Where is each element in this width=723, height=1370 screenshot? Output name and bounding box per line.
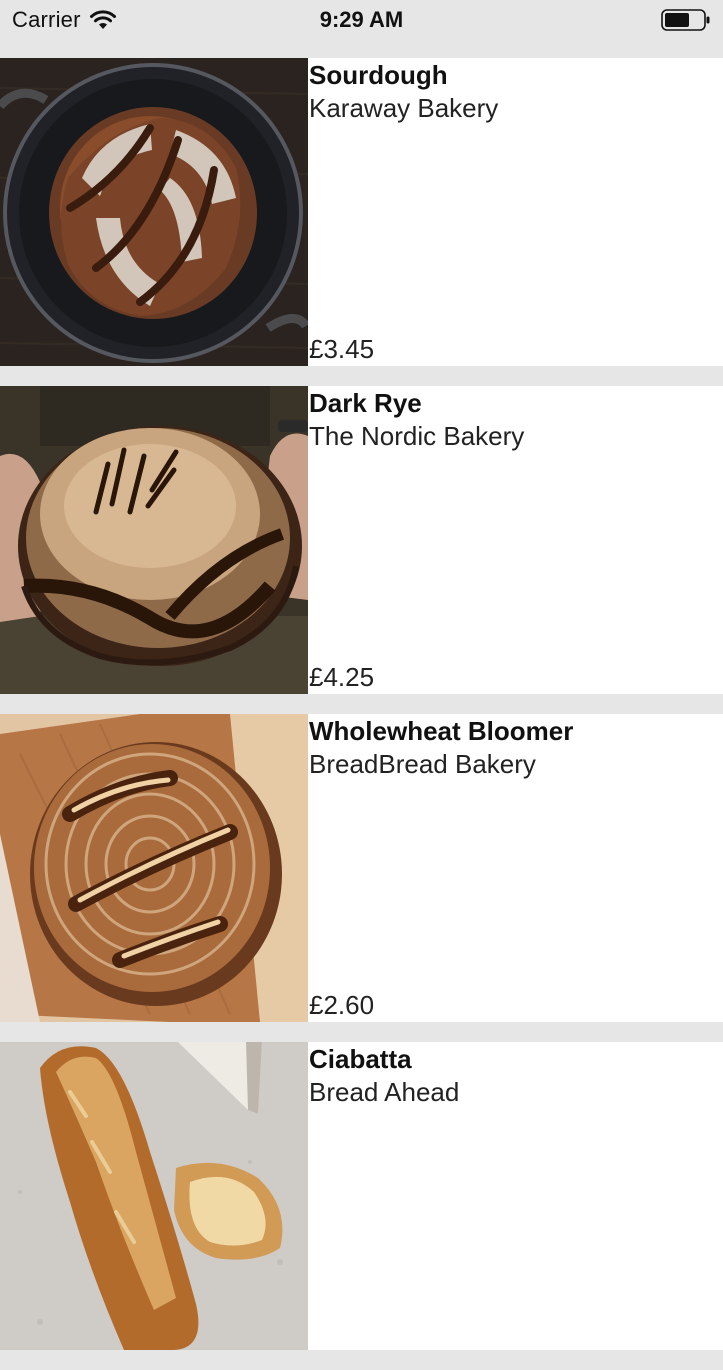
bakery-name: Bread Ahead bbox=[309, 1077, 460, 1107]
ciabatta-photo bbox=[0, 1042, 308, 1350]
wholewheat-bloomer-photo bbox=[0, 714, 308, 1022]
bread-name: Dark Rye bbox=[309, 388, 422, 418]
bread-name: Wholewheat Bloomer bbox=[309, 716, 574, 746]
bread-row-wholewheat-bloomer[interactable]: Wholewheat Bloomer BreadBread Bakery £2.… bbox=[0, 714, 723, 1022]
bread-row-dark-rye[interactable]: Dark Rye The Nordic Bakery £4.25 bbox=[0, 386, 723, 694]
bread-name: Ciabatta bbox=[309, 1044, 412, 1074]
bread-row-ciabatta[interactable]: Ciabatta Bread Ahead bbox=[0, 1042, 723, 1350]
bread-name: Sourdough bbox=[309, 60, 448, 90]
bakery-name: The Nordic Bakery bbox=[309, 421, 525, 451]
bread-price: £2.60 bbox=[309, 990, 375, 1020]
battery-icon bbox=[661, 9, 710, 31]
bakery-name: BreadBread Bakery bbox=[309, 749, 536, 779]
dark-rye-photo bbox=[0, 386, 308, 694]
status-time: 9:29 AM bbox=[319, 7, 404, 32]
bread-price: £4.25 bbox=[309, 662, 375, 692]
sourdough-photo bbox=[0, 58, 308, 366]
bread-row-sourdough[interactable]: Sourdough Karaway Bakery £3.45 bbox=[0, 58, 723, 366]
bread-list: Sourdough Karaway Bakery £3.45 Dark Rye … bbox=[0, 58, 723, 1370]
bread-price: £3.45 bbox=[309, 334, 375, 364]
status-bar: Carrier 9:29 AM bbox=[0, 0, 723, 40]
bakery-name: Karaway Bakery bbox=[309, 93, 499, 123]
